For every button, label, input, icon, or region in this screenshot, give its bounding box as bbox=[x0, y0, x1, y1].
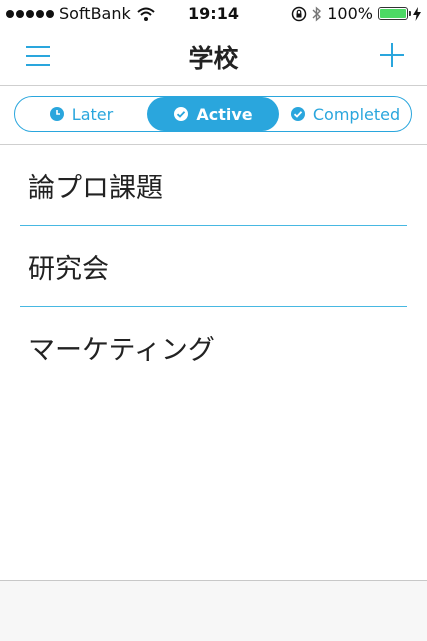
battery-icon bbox=[378, 7, 411, 20]
segmented-control: Later Active Completed bbox=[14, 96, 412, 132]
status-right: 100% bbox=[291, 4, 421, 23]
check-circle-icon bbox=[174, 107, 189, 121]
list-item[interactable]: 論プロ課題 bbox=[20, 145, 407, 226]
task-list: 論プロ課題 研究会 マーケティング bbox=[0, 145, 427, 388]
tab-later-label: Later bbox=[71, 104, 114, 124]
nav-bar: 学校 bbox=[0, 28, 427, 84]
add-icon bbox=[380, 43, 404, 67]
nav-divider bbox=[0, 85, 427, 86]
list-item[interactable]: 研究会 bbox=[20, 226, 407, 307]
orientation-lock-icon bbox=[292, 6, 307, 21]
tab-active[interactable]: Active bbox=[147, 97, 279, 131]
bluetooth-icon bbox=[312, 5, 322, 22]
add-button[interactable] bbox=[377, 40, 407, 70]
tab-completed[interactable]: Completed bbox=[279, 97, 411, 131]
status-bar: SoftBank 19:14 100% bbox=[0, 0, 427, 28]
tab-active-label: Active bbox=[196, 104, 253, 124]
tab-completed-label: Completed bbox=[312, 104, 401, 124]
battery-percent: 100% bbox=[327, 4, 373, 23]
bottom-toolbar bbox=[0, 580, 427, 641]
list-item-label: マーケティング bbox=[28, 335, 215, 366]
battery-level bbox=[380, 9, 406, 18]
page-title: 学校 bbox=[188, 44, 239, 73]
list-item-label: 論プロ課題 bbox=[28, 172, 163, 204]
clock-icon bbox=[49, 107, 64, 121]
charging-icon bbox=[413, 6, 421, 21]
list-item[interactable]: マーケティング bbox=[20, 307, 407, 388]
list-item-label: 研究会 bbox=[28, 253, 109, 285]
tab-later[interactable]: Later bbox=[15, 97, 147, 131]
check-circle-icon bbox=[290, 107, 305, 121]
